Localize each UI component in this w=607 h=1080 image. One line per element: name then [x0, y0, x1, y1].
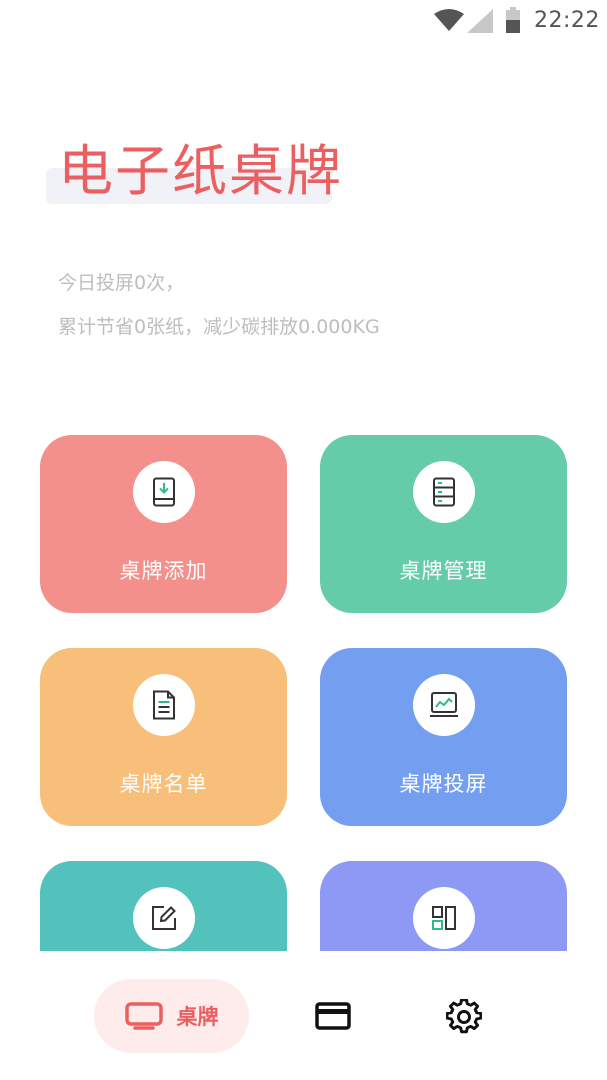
tile-nameplate-list[interactable]: 桌牌名单	[40, 648, 287, 826]
edit-icon	[152, 906, 176, 930]
server-icon	[433, 477, 455, 507]
bottom-nav: 桌牌	[0, 951, 607, 1080]
tile-cast-nameplate[interactable]: 桌牌投屏	[320, 648, 567, 826]
stats-total: 累计节省0张纸，减少碳排放0.000KG	[58, 316, 380, 338]
tile-edit[interactable]	[40, 861, 287, 951]
nav-item-nameplate[interactable]: 桌牌	[94, 979, 249, 1053]
status-bar: 22:22	[0, 0, 607, 42]
page-title: 电子纸桌牌	[58, 139, 344, 203]
wifi-icon	[434, 9, 464, 31]
tile-label: 桌牌名单	[119, 772, 208, 796]
cell-signal-icon	[467, 9, 493, 33]
document-icon	[153, 690, 175, 720]
nav-item-label: 桌牌	[176, 1005, 219, 1029]
gear-icon[interactable]	[446, 999, 482, 1035]
tile-add-nameplate[interactable]: 桌牌添加	[40, 435, 287, 613]
tile-label: 桌牌投屏	[399, 772, 488, 796]
tv-icon	[124, 1002, 163, 1030]
layout-icon	[432, 906, 456, 930]
monitor-chart-icon	[430, 692, 458, 717]
battery-icon	[506, 7, 520, 33]
card-icon[interactable]	[314, 1000, 352, 1032]
tile-label: 桌牌添加	[119, 559, 208, 583]
status-time: 22:22	[534, 8, 600, 33]
tile-label: 桌牌管理	[399, 559, 488, 583]
tile-manage-nameplate[interactable]: 桌牌管理	[320, 435, 567, 613]
tablet-download-icon	[153, 477, 175, 507]
stats-today: 今日投屏0次，	[58, 272, 185, 294]
tile-layout[interactable]	[320, 861, 567, 951]
page-title-wrap: 电子纸桌牌	[46, 138, 341, 204]
